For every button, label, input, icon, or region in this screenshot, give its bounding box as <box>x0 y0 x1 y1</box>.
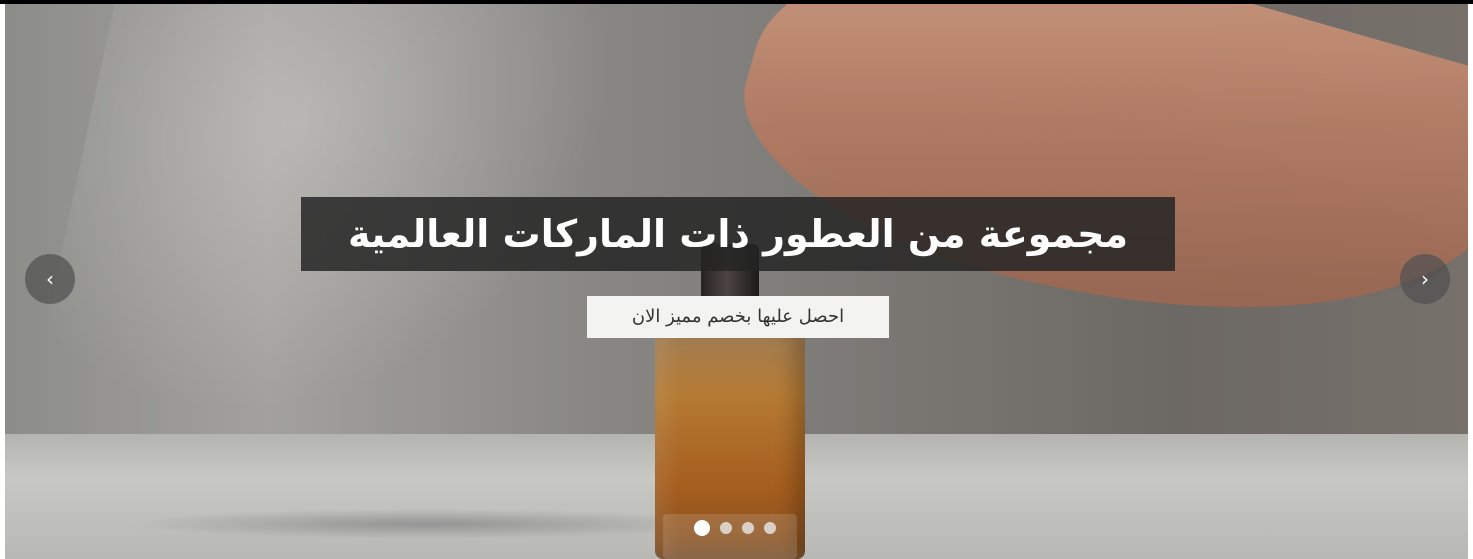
carousel-title: مجموعة من العطور ذات الماركات العالمية <box>347 212 1129 256</box>
pagination-dot-1[interactable] <box>694 520 710 536</box>
previous-slide-button[interactable]: ‹ <box>25 254 75 304</box>
chevron-right-icon: › <box>1421 267 1429 291</box>
carousel-subtitle: احصل عليها بخصم مميز الان <box>631 306 845 327</box>
hero-carousel <box>5 4 1468 559</box>
pagination-dot-3[interactable] <box>742 522 754 534</box>
pagination-dot-4[interactable] <box>764 522 776 534</box>
next-slide-button[interactable]: › <box>1400 254 1450 304</box>
pagination-dot-2[interactable] <box>720 522 732 534</box>
carousel-title-box: مجموعة من العطور ذات الماركات العالمية <box>301 197 1175 271</box>
carousel-subtitle-box: احصل عليها بخصم مميز الان <box>587 296 889 338</box>
table-shadow <box>125 509 725 539</box>
carousel-pagination <box>694 520 776 536</box>
chevron-left-icon: ‹ <box>46 267 54 291</box>
